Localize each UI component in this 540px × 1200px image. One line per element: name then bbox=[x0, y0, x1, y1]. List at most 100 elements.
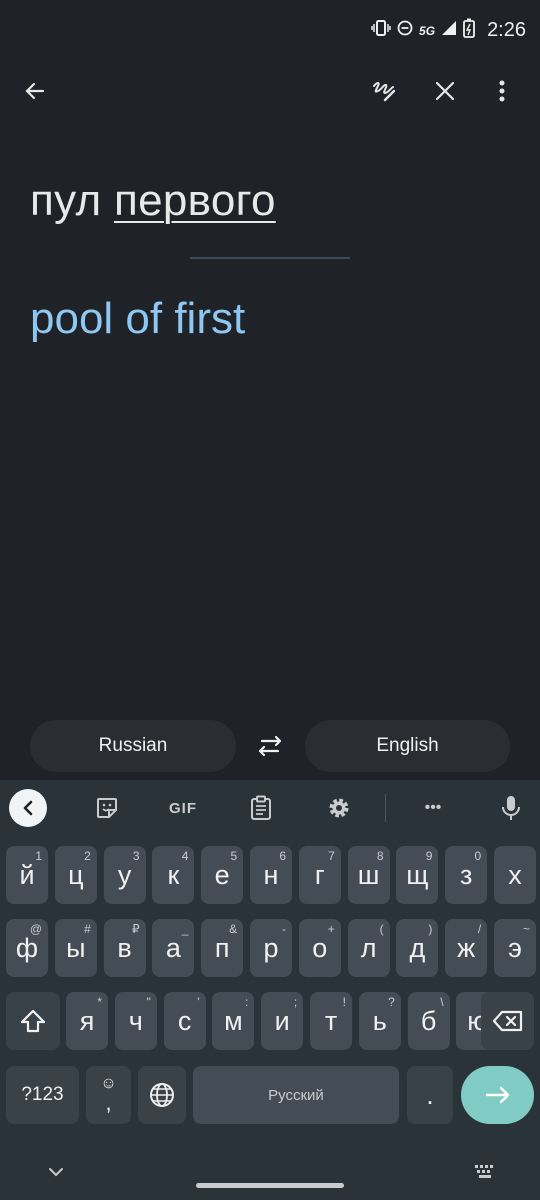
key-label: в bbox=[117, 932, 132, 963]
key-г[interactable]: г7 bbox=[298, 846, 341, 904]
key-label: б bbox=[420, 1005, 437, 1036]
key-ф[interactable]: ф @ bbox=[6, 919, 48, 977]
more-vert-icon bbox=[499, 80, 505, 102]
back-button[interactable] bbox=[13, 69, 57, 113]
key-label: т bbox=[324, 1005, 338, 1036]
translation-result[interactable]: pool of first bbox=[30, 294, 245, 344]
arrow-forward-icon bbox=[485, 1086, 509, 1104]
key-т[interactable]: т! bbox=[310, 992, 352, 1050]
key-hint: \ bbox=[440, 995, 444, 1009]
source-text[interactable]: пул первого bbox=[30, 176, 276, 226]
key-hint: 3 bbox=[132, 849, 140, 863]
key-ц[interactable]: ц2 bbox=[54, 846, 97, 904]
key-label: й bbox=[19, 859, 35, 890]
key-е[interactable]: е5 bbox=[201, 846, 244, 904]
key-hint: / bbox=[477, 922, 482, 936]
key-у[interactable]: у3 bbox=[103, 846, 146, 904]
network-type: 5G bbox=[419, 23, 436, 38]
more-options-button[interactable] bbox=[480, 69, 524, 113]
top-app-bar bbox=[0, 62, 540, 122]
key-з[interactable]: з0 bbox=[445, 846, 488, 904]
key-hint: 9 bbox=[425, 849, 433, 863]
key-label: р bbox=[263, 932, 279, 963]
key-к[interactable]: к4 bbox=[152, 846, 195, 904]
key-hint: 2 bbox=[84, 849, 91, 863]
key-л[interactable]: л( bbox=[347, 919, 390, 977]
enter-key[interactable] bbox=[461, 1066, 534, 1124]
key-hint: _ bbox=[181, 922, 189, 936]
key-hint: ! bbox=[342, 995, 346, 1009]
key-label: я bbox=[79, 1005, 95, 1036]
microphone-icon bbox=[502, 796, 520, 820]
voice-input-button[interactable] bbox=[491, 788, 531, 828]
symbols-key[interactable]: ?123 bbox=[6, 1066, 79, 1124]
keyboard-collapse-button[interactable] bbox=[9, 789, 47, 827]
backspace-icon bbox=[492, 1010, 522, 1032]
key-р[interactable]: р- bbox=[250, 919, 292, 977]
key-в[interactable]: в ₽ bbox=[103, 919, 146, 977]
key-й[interactable]: й1 bbox=[6, 846, 48, 904]
key-label: ч bbox=[128, 1005, 143, 1036]
key-о[interactable]: о + bbox=[298, 919, 341, 977]
home-indicator[interactable] bbox=[196, 1183, 344, 1188]
key-label: ж bbox=[457, 932, 476, 963]
key-ч[interactable]: ч " bbox=[114, 992, 157, 1050]
key-label: ц bbox=[68, 859, 84, 890]
key-ь[interactable]: ь? bbox=[358, 992, 401, 1050]
key-hint: & bbox=[229, 922, 238, 936]
swap-arrows-icon bbox=[258, 735, 282, 757]
key-я[interactable]: я * bbox=[66, 992, 108, 1050]
target-language-button[interactable]: English bbox=[305, 720, 510, 772]
shift-key[interactable] bbox=[6, 992, 60, 1050]
key-х[interactable]: х bbox=[494, 846, 536, 904]
key-label: э bbox=[508, 932, 522, 963]
key-и[interactable]: и; bbox=[261, 992, 304, 1050]
clear-button[interactable] bbox=[423, 69, 467, 113]
source-language-button[interactable]: Russian bbox=[30, 720, 236, 772]
key-label: п bbox=[214, 932, 230, 963]
key-ы[interactable]: ы # bbox=[54, 919, 97, 977]
settings-button[interactable] bbox=[319, 788, 359, 828]
space-key[interactable]: Русский bbox=[193, 1066, 399, 1124]
key-hint: ; bbox=[293, 995, 298, 1009]
key-ж[interactable]: ж / bbox=[445, 919, 488, 977]
key-н[interactable]: н6 bbox=[250, 846, 292, 904]
keyboard-switcher-button[interactable] bbox=[472, 1160, 498, 1184]
key-hint: # bbox=[84, 922, 91, 936]
key-д[interactable]: д) bbox=[396, 919, 439, 977]
key-hint: 7 bbox=[328, 849, 335, 863]
key-hint: 8 bbox=[376, 849, 384, 863]
clipboard-icon bbox=[251, 795, 271, 820]
key-label: щ bbox=[406, 859, 429, 890]
emoji-comma-key[interactable]: ☺ , bbox=[86, 1066, 131, 1124]
key-label: и bbox=[274, 1005, 290, 1036]
key-hint: - bbox=[282, 922, 286, 936]
key-э[interactable]: э ~ bbox=[494, 919, 536, 977]
period-key[interactable]: . bbox=[407, 1066, 453, 1124]
hide-keyboard-button[interactable] bbox=[44, 1160, 68, 1184]
status-time: 2:26 bbox=[487, 19, 526, 41]
key-с[interactable]: с ' bbox=[163, 992, 206, 1050]
battery-icon bbox=[463, 18, 475, 43]
source-text-underlined: первого bbox=[113, 176, 276, 225]
key-п[interactable]: п & bbox=[201, 919, 244, 977]
swap-languages-button[interactable] bbox=[252, 730, 288, 762]
handwriting-button[interactable] bbox=[362, 69, 406, 113]
gif-button[interactable]: GIF bbox=[163, 788, 203, 828]
arrow-back-icon bbox=[25, 82, 45, 100]
key-м[interactable]: м: bbox=[212, 992, 255, 1050]
more-button[interactable]: ••• bbox=[413, 788, 453, 828]
language-switch-key[interactable] bbox=[138, 1066, 186, 1124]
key-а[interactable]: а _ bbox=[152, 919, 195, 977]
key-ш[interactable]: ш8 bbox=[347, 846, 390, 904]
key-б[interactable]: б \ bbox=[407, 992, 450, 1050]
key-hint: ~ bbox=[522, 922, 530, 936]
sticker-button[interactable] bbox=[87, 788, 127, 828]
key-щ[interactable]: щ9 bbox=[396, 846, 439, 904]
toolbar-separator bbox=[385, 794, 386, 822]
key-label: ш bbox=[357, 859, 380, 890]
clipboard-button[interactable] bbox=[241, 788, 281, 828]
backspace-key[interactable] bbox=[481, 992, 534, 1050]
key-hint: ( bbox=[379, 922, 384, 936]
handwriting-icon bbox=[373, 82, 396, 102]
